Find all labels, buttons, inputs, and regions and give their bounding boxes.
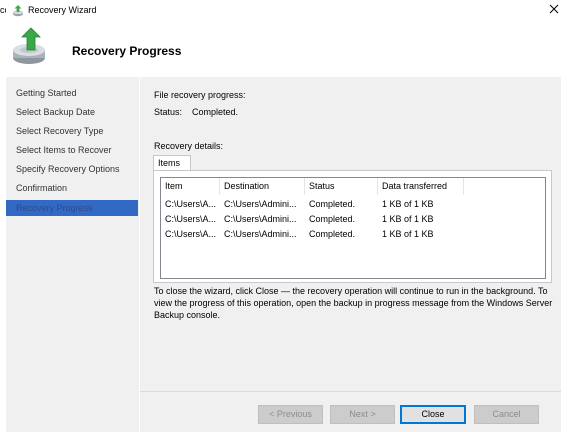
next-button[interactable]: Next > — [330, 405, 395, 424]
cell-status: Completed. — [309, 214, 356, 224]
page-title: Recovery Progress — [72, 44, 182, 58]
status-label: Status: — [154, 107, 183, 117]
sidebar-item-select-backup-date[interactable]: Select Backup Date — [6, 104, 138, 120]
cell-destination: C:\Users\Admini... — [224, 214, 297, 224]
cell-status: Completed. — [309, 199, 356, 209]
cell-item: C:\Users\A... — [165, 214, 217, 224]
sidebar-item-recovery-progress[interactable]: Recovery Progress — [6, 200, 138, 216]
cell-data-transferred: 1 KB of 1 KB — [382, 214, 434, 224]
details-heading: Recovery details: — [154, 141, 224, 151]
wizard-header: Recovery Progress — [0, 22, 567, 76]
progress-heading: File recovery progress: — [154, 90, 246, 100]
cell-item: C:\Users\A... — [165, 229, 217, 239]
column-header-item[interactable]: Item — [161, 178, 220, 195]
wizard-content: File recovery progress: Status: Complete… — [140, 77, 561, 432]
column-header-data-transferred[interactable]: Data transferred — [378, 178, 464, 195]
cell-destination: C:\Users\Admini... — [224, 229, 297, 239]
cell-destination: C:\Users\Admini... — [224, 199, 297, 209]
footer-divider — [140, 391, 561, 392]
cell-data-transferred: 1 KB of 1 KB — [382, 199, 434, 209]
backup-restore-icon — [13, 5, 23, 17]
close-icon[interactable] — [547, 2, 561, 16]
info-text: To close the wizard, click Close — the r… — [154, 286, 553, 320]
wizard-steps-sidebar: Getting Started Select Backup Date Selec… — [6, 77, 139, 432]
close-button[interactable]: Close — [400, 405, 466, 424]
sidebar-item-specify-recovery-options[interactable]: Specify Recovery Options — [6, 161, 138, 177]
column-header-status[interactable]: Status — [305, 178, 378, 195]
status-value: Completed. — [192, 107, 239, 117]
backup-restore-icon — [13, 27, 45, 64]
tab-items[interactable]: Items — [153, 155, 191, 170]
recovery-items-list[interactable]: Item Destination Status Data transferred… — [160, 177, 546, 279]
sidebar-item-confirmation[interactable]: Confirmation — [6, 180, 138, 196]
left-edge-fragment: cc — [0, 5, 6, 15]
cell-status: Completed. — [309, 229, 356, 239]
column-header-destination[interactable]: Destination — [220, 178, 305, 195]
title-bar: cc Recovery Wizard — [0, 0, 567, 22]
sidebar-item-select-recovery-type[interactable]: Select Recovery Type — [6, 123, 138, 139]
sidebar-item-getting-started[interactable]: Getting Started — [6, 85, 138, 101]
sidebar-item-select-items-to-recover[interactable]: Select Items to Recover — [6, 142, 138, 158]
items-tab-panel: Item Destination Status Data transferred… — [153, 170, 552, 283]
previous-button[interactable]: < Previous — [258, 405, 323, 424]
cell-item: C:\Users\A... — [165, 199, 217, 209]
cell-data-transferred: 1 KB of 1 KB — [382, 229, 434, 239]
cancel-button[interactable]: Cancel — [474, 405, 539, 424]
window-title: Recovery Wizard — [28, 5, 97, 15]
